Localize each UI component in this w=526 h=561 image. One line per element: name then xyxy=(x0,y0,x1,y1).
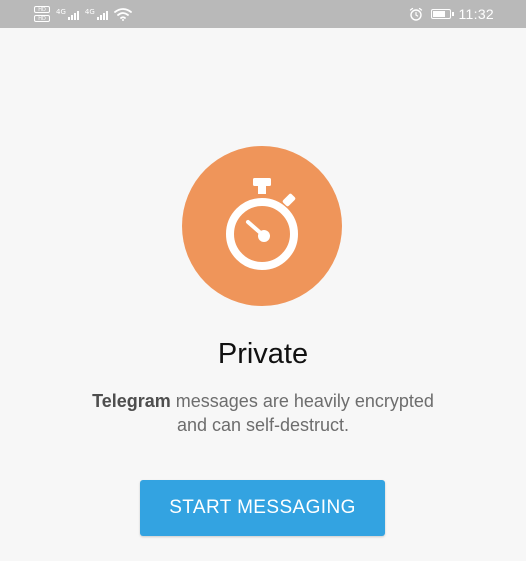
signal-icon-1: 4G xyxy=(56,8,79,20)
sim2-hd-icon: HD xyxy=(34,15,50,22)
alarm-icon xyxy=(409,7,422,21)
wifi-icon xyxy=(113,8,132,21)
signal-icon-2: 4G xyxy=(85,8,108,20)
subtitle-brand: Telegram xyxy=(92,391,171,411)
subtitle: Telegram messages are heavily encrypted … xyxy=(40,389,486,437)
sim1-hd-icon: HD xyxy=(34,6,50,13)
subtitle-line2: and can self-destruct. xyxy=(176,415,350,435)
status-bar: HD HD 4G 4G 11:32 xyxy=(0,0,526,28)
stopwatch-icon xyxy=(226,178,298,270)
page-title: Private xyxy=(217,338,309,370)
sim-hd-icons: HD HD xyxy=(34,6,50,22)
subtitle-line1: messages are heavily encrypted xyxy=(170,391,434,411)
hero-circle xyxy=(182,146,342,306)
network-type-1: 4G xyxy=(56,8,66,16)
status-bar-right: 11:32 xyxy=(409,0,495,28)
status-bar-left: HD HD 4G 4G xyxy=(34,2,132,26)
status-time: 11:32 xyxy=(458,6,494,22)
battery-icon xyxy=(430,9,454,19)
network-type-2: 4G xyxy=(84,8,95,16)
start-messaging-button[interactable]: START MESSAGING xyxy=(140,480,385,536)
